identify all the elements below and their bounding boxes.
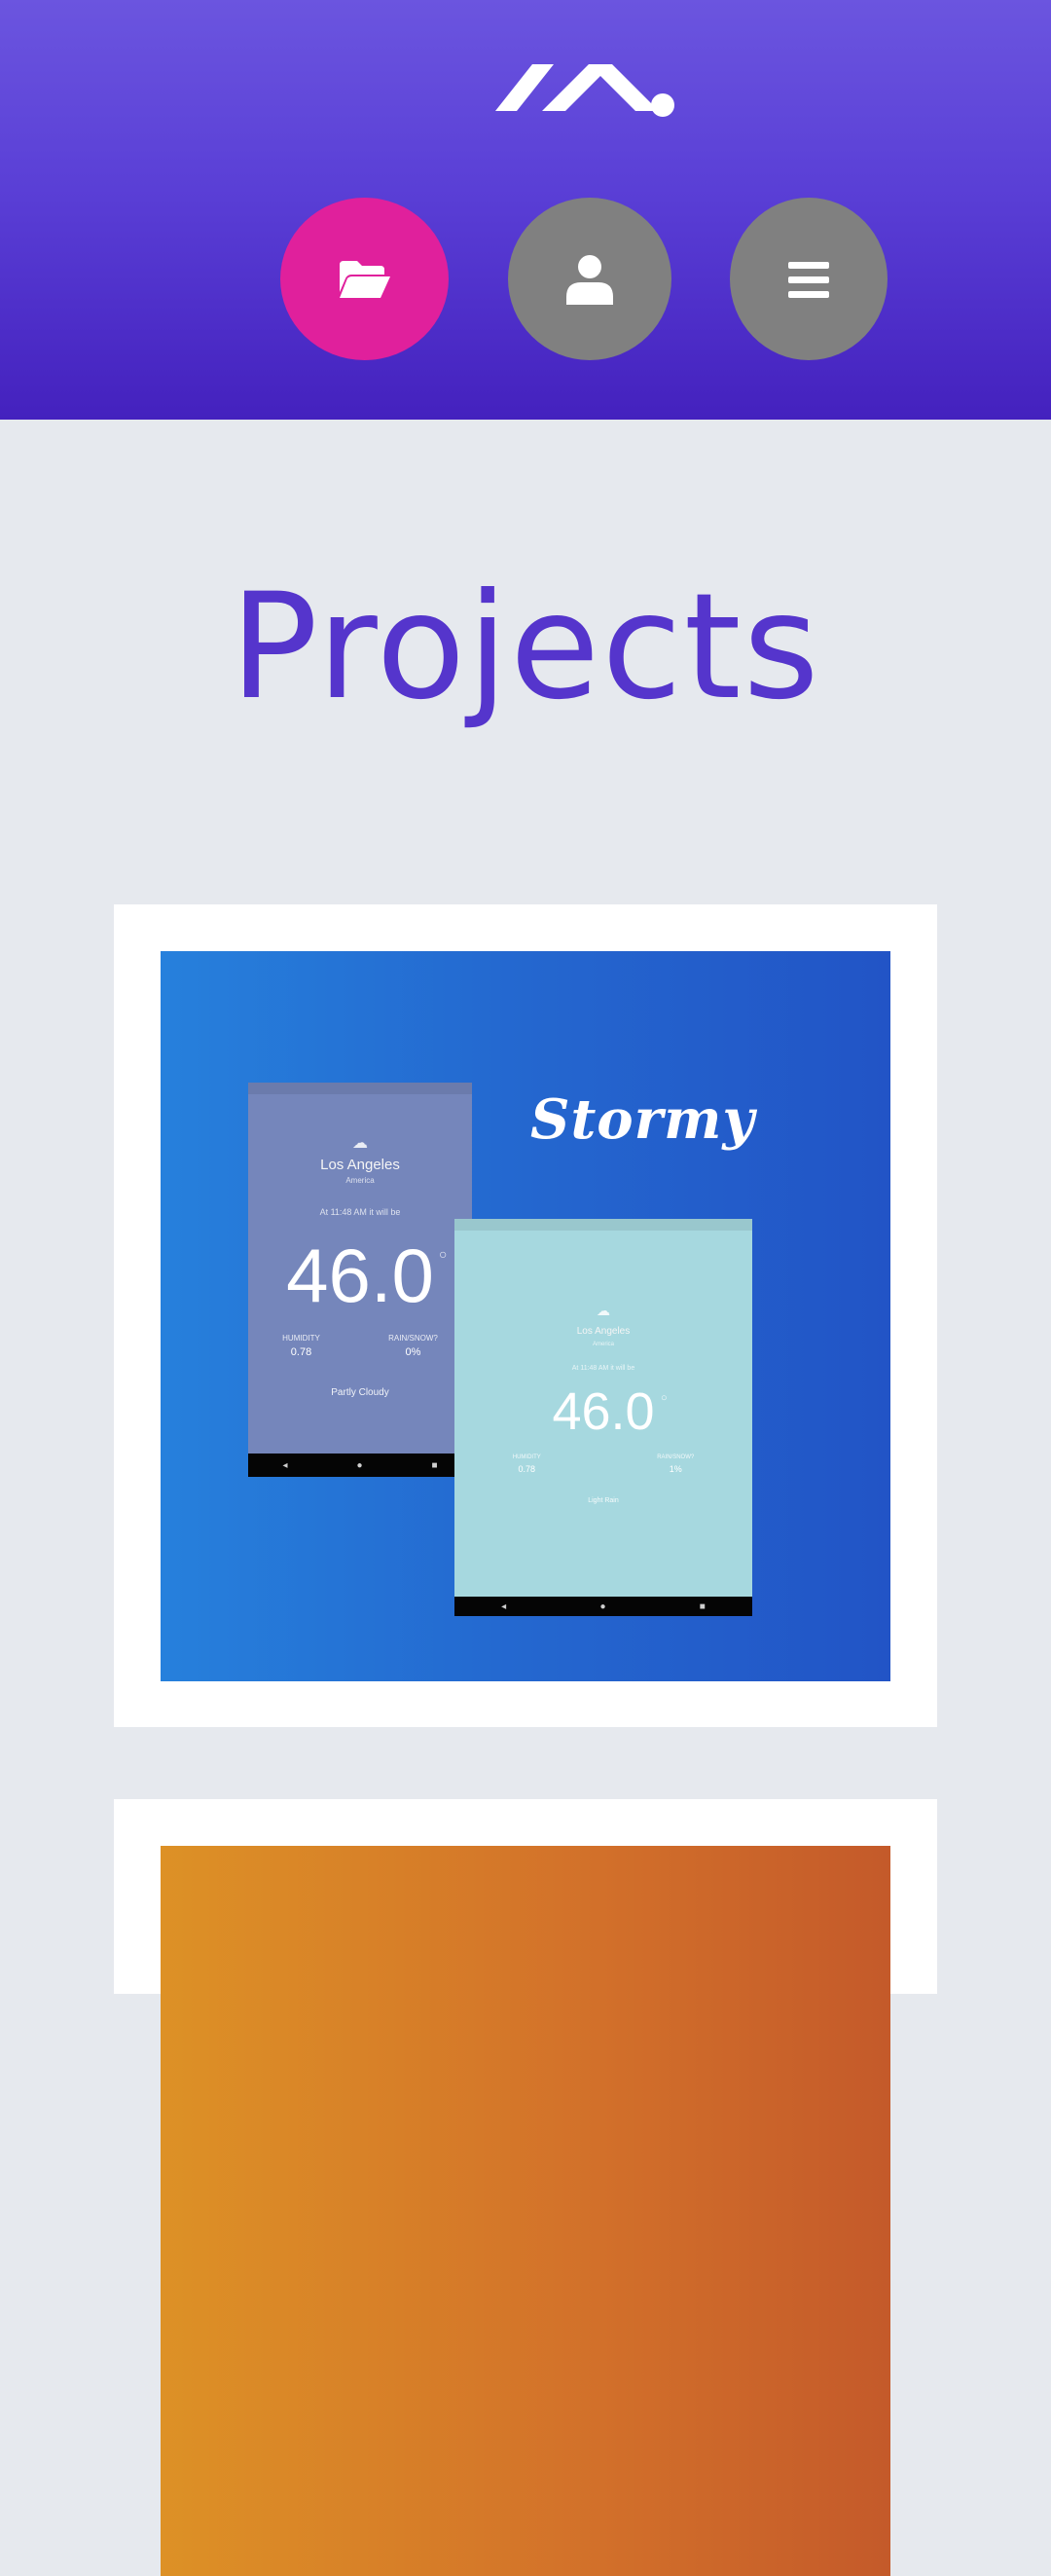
weather-icon: ☁ (352, 1135, 368, 1152)
nav-about-button[interactable] (508, 198, 671, 360)
time-label: At 11:48 AM it will be (319, 1207, 401, 1217)
project-card-2[interactable] (114, 1799, 937, 2576)
page-title: Projects (230, 563, 821, 732)
phone-mockup-portrait: ☁ Los Angeles America At 11:48 AM it wil… (248, 1083, 472, 1477)
city-label: Los Angeles (576, 1326, 631, 1337)
humidity-label: HUMIDITY (282, 1334, 320, 1343)
summary-label: Partly Cloudy (331, 1387, 389, 1398)
precip-value: 1% (669, 1464, 682, 1474)
precip-value: 0% (405, 1346, 421, 1358)
user-icon (566, 254, 613, 305)
recent-apps-icon: ■ (699, 1601, 706, 1612)
region-label: America (592, 1342, 614, 1347)
folder-open-icon (339, 260, 390, 298)
project-thumbnail[interactable]: Stormy ☁ Los Angeles America At 11:48 AM… (161, 951, 890, 1681)
summary-label: Light Rain (588, 1497, 619, 1504)
precip-label: RAIN/SNOW? (657, 1454, 695, 1460)
degree-icon: ○ (661, 1392, 668, 1404)
time-label: At 11:48 AM it will be (571, 1365, 635, 1372)
humidity-value: 0.78 (518, 1464, 535, 1474)
temperature-value: 46.0 (552, 1382, 655, 1441)
region-label: America (345, 1176, 375, 1185)
back-icon: ◂ (282, 1459, 288, 1471)
weather-icon: ☁ (597, 1303, 610, 1318)
weather-stats: HUMIDITY 0.78 RAIN/SNOW? 1% (454, 1454, 752, 1474)
project-brand-label: Stormy (530, 1087, 755, 1152)
degree-icon: ○ (439, 1246, 448, 1262)
precip-label: RAIN/SNOW? (388, 1334, 438, 1343)
site-header (0, 0, 1051, 420)
status-bar (248, 1083, 472, 1094)
nav-menu-button[interactable] (730, 198, 888, 360)
android-nav-bar: ◂ ● ■ (248, 1454, 472, 1477)
nav-projects-button[interactable] (280, 198, 449, 360)
status-bar (454, 1219, 752, 1231)
project-card-stormy[interactable]: Stormy ☁ Los Angeles America At 11:48 AM… (114, 904, 937, 1727)
hamburger-menu-icon (788, 261, 829, 298)
android-nav-bar: ◂ ● ■ (454, 1597, 752, 1616)
back-icon: ◂ (501, 1601, 507, 1612)
weather-stats: HUMIDITY 0.78 RAIN/SNOW? 0% (248, 1334, 472, 1358)
home-icon: ● (356, 1459, 363, 1471)
phone-mockup-tablet: ☁ Los Angeles America At 11:48 AM it wil… (454, 1219, 752, 1616)
humidity-value: 0.78 (290, 1346, 312, 1358)
recent-apps-icon: ■ (431, 1459, 438, 1471)
humidity-label: HUMIDITY (512, 1454, 541, 1460)
home-icon: ● (599, 1601, 606, 1612)
project-thumbnail[interactable] (161, 1846, 890, 2576)
logo-icon[interactable] (491, 56, 676, 127)
city-label: Los Angeles (320, 1157, 400, 1173)
